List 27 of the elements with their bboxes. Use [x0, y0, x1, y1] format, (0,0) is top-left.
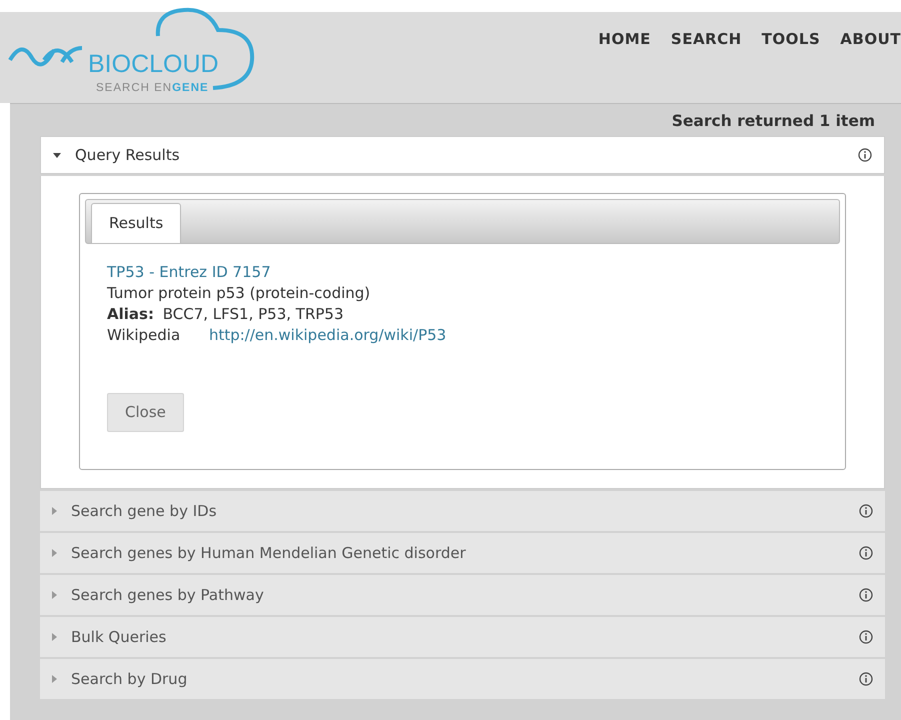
section-title: Query Results: [75, 144, 181, 166]
logo-text: BIOCLOUD: [88, 52, 220, 77]
status-text: Search returned 1 item: [672, 112, 875, 130]
section-title: Search gene by IDs: [71, 500, 218, 522]
accordion-header[interactable]: Search genes by Pathway: [40, 575, 885, 615]
gene-description: Tumor protein p53 (protein-coding): [107, 283, 372, 304]
alias-list: BCC7, LFS1, P53, TRP53: [162, 305, 344, 323]
tab[interactable]: Results: [91, 202, 182, 243]
nav-link[interactable]: HOME: [598, 28, 651, 103]
accordion-header[interactable]: Search by Drug: [40, 659, 885, 699]
wikipedia-link[interactable]: http://en.wikipedia.org/wiki/P53: [208, 326, 446, 344]
section-title: Search genes by Human Mendelian Genetic disorder: [71, 542, 467, 564]
section-title: Search genes by Pathway: [71, 584, 265, 606]
accordion-header[interactable]: Search genes by Human Mendelian Genetic disorder: [40, 533, 885, 573]
logo-tagline: SEARCH ENGENE: [96, 81, 210, 96]
nav-link[interactable]: TOOLS: [762, 28, 820, 103]
nav-link[interactable]: ABOUT: [840, 28, 901, 103]
section-title: Search by Drug: [71, 668, 188, 690]
accordion-header[interactable]: Bulk Queries: [40, 617, 885, 657]
nav-link[interactable]: SEARCH: [670, 28, 742, 103]
section-title: Bulk Queries: [71, 626, 168, 648]
close-button[interactable]: Close: [107, 393, 184, 432]
wikipedia-label: Wikipedia: [107, 326, 180, 344]
alias-label: Alias:: [107, 305, 154, 323]
accordion-header[interactable]: Search gene by IDs: [40, 491, 885, 531]
accordion-header[interactable]: Query Results: [40, 136, 885, 174]
gene-link[interactable]: TP53 - Entrez ID 7157: [107, 263, 271, 281]
